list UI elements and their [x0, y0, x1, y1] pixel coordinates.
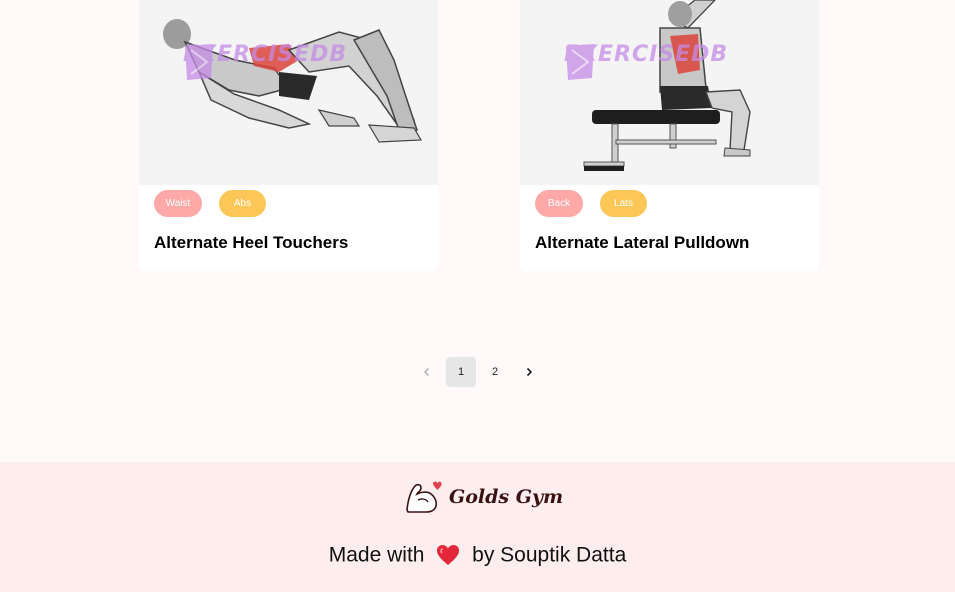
tag-target-muscle[interactable]: Lats	[600, 190, 647, 217]
chevron-left-icon	[423, 367, 430, 377]
pagination: 1 2	[412, 357, 544, 387]
next-page-button[interactable]	[514, 357, 544, 387]
footer: Golds Gym Made with by Souptik Datta	[0, 462, 955, 592]
prev-page-button[interactable]	[412, 357, 442, 387]
tag-target-muscle[interactable]: Abs	[219, 190, 266, 217]
exercise-gif: EXERCISEDB	[520, 0, 819, 185]
exercise-illustration	[583, 0, 751, 171]
chevron-right-icon	[526, 367, 533, 377]
exercise-card[interactable]: EXERCISEDB Waist Abs Alternate Heel Touc…	[139, 0, 438, 271]
credits: Made with by Souptik Datta	[0, 543, 955, 567]
exercise-card[interactable]: EXERCISEDB Back Lats Alternate Lateral P…	[520, 0, 819, 271]
exercisedb-logo-icon	[566, 44, 594, 80]
exercisedb-watermark: EXERCISEDB	[183, 42, 347, 80]
credits-prefix: Made with	[328, 543, 425, 567]
heart-icon	[437, 545, 460, 566]
exercise-illustration	[163, 19, 423, 143]
brand-logo[interactable]: Golds Gym	[404, 480, 563, 514]
exercise-results-page: EXERCISEDB Waist Abs Alternate Heel Touc…	[0, 0, 955, 592]
exercise-title: Alternate Heel Touchers	[154, 233, 349, 252]
exercise-title: Alternate Lateral Pulldown	[535, 233, 750, 252]
credits-suffix: by Souptik Datta	[472, 543, 627, 567]
exercise-gif: EXERCISEDB	[139, 0, 438, 185]
flexed-arm-icon	[406, 481, 442, 513]
brand-name: Golds Gym	[449, 486, 564, 508]
exercisedb-logo-icon	[185, 44, 213, 80]
exercisedb-watermark: EXERCISEDB	[564, 42, 728, 80]
tag-body-part[interactable]: Waist	[154, 190, 202, 217]
page-button-1[interactable]: 1	[446, 357, 476, 387]
page-button-2[interactable]: 2	[480, 357, 510, 387]
tag-body-part[interactable]: Back	[535, 190, 583, 217]
